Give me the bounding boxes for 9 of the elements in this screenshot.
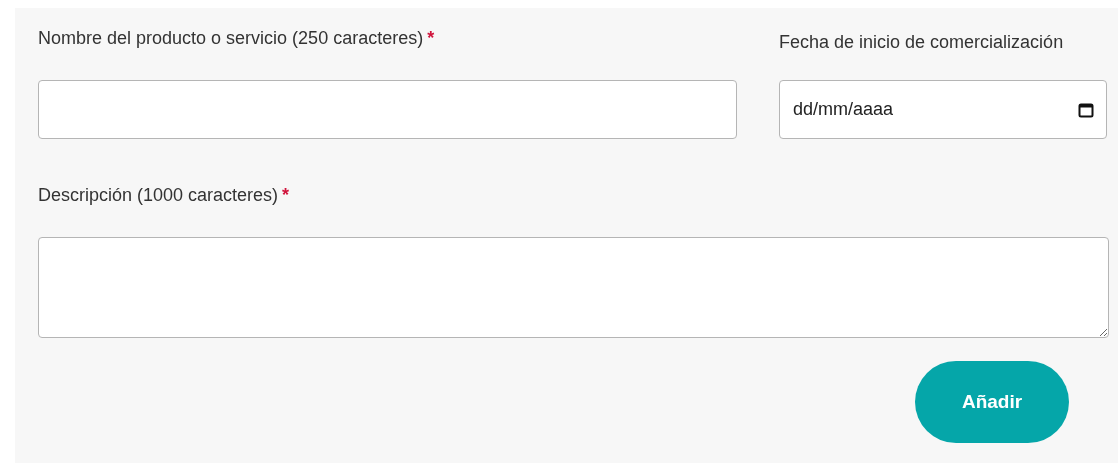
name-input-field[interactable] <box>38 80 737 139</box>
required-mark: * <box>282 185 290 205</box>
description-text-area[interactable] <box>38 237 1109 338</box>
calendar-icon <box>1078 101 1094 118</box>
date-field[interactable]: dd/mm/aaaa <box>779 80 1107 139</box>
field-label: Nombre del producto o servicio (250 caracteres) <box>38 28 424 48</box>
field-label: Descripción (1000 caracteres) <box>38 185 279 205</box>
field-label: Fecha de inicio de comercialización <box>779 32 1064 52</box>
required-mark: * <box>427 28 435 48</box>
